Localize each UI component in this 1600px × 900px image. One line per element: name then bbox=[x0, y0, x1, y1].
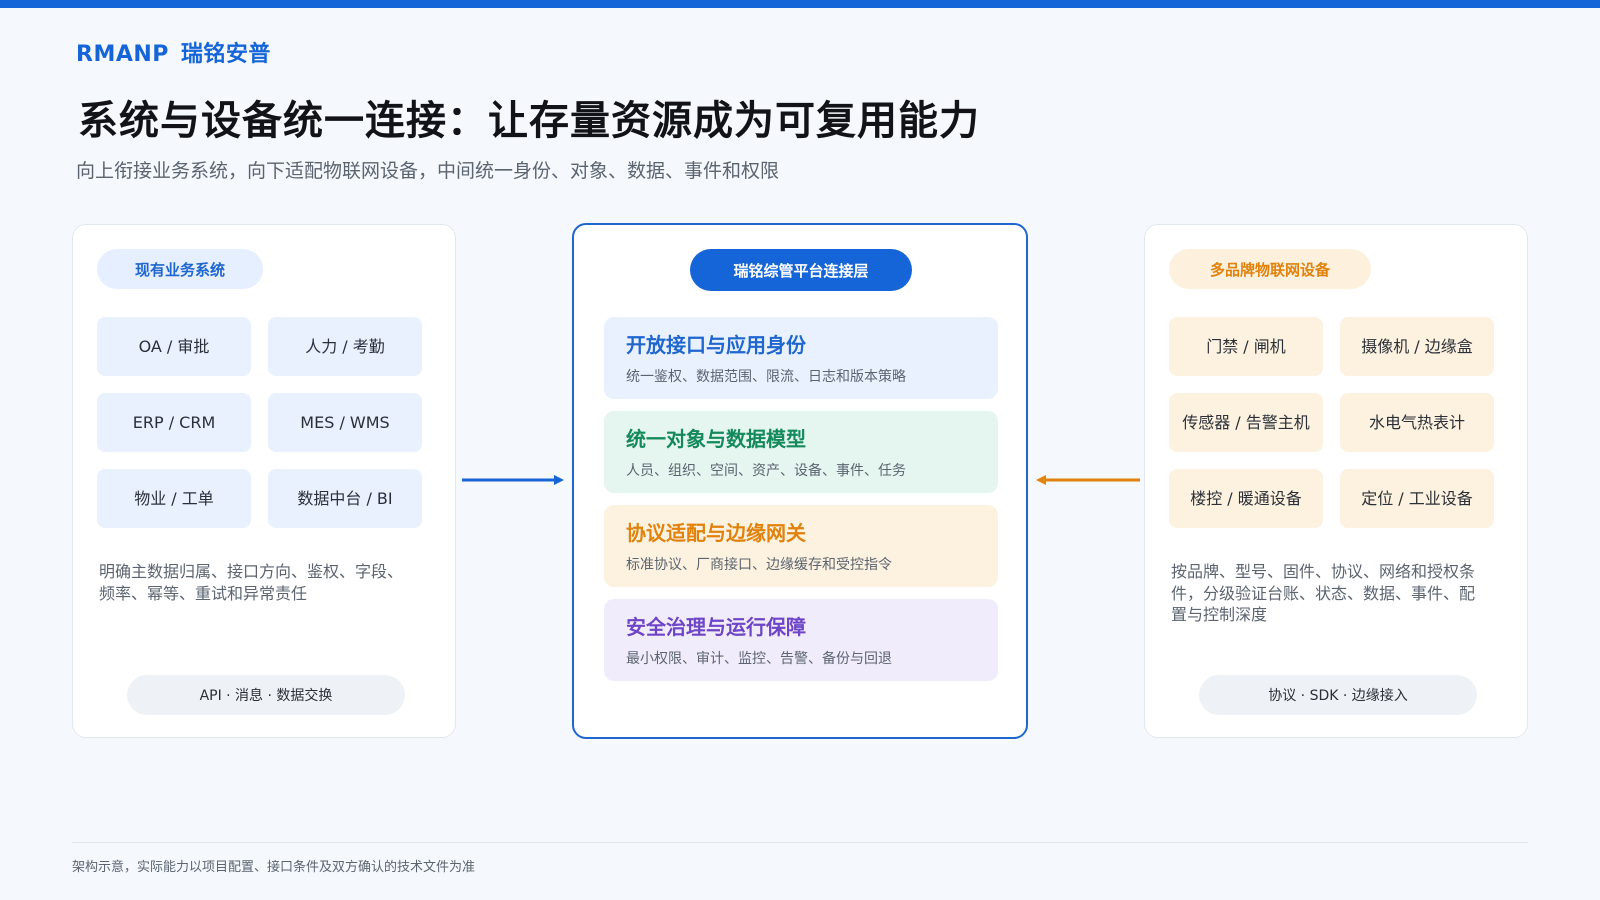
brand-name-en: RMANP bbox=[76, 42, 169, 67]
footer-divider bbox=[72, 842, 1528, 843]
layer-description: 标准协议、厂商接口、边缘缓存和受控指令 bbox=[626, 557, 892, 573]
layer-title: 安全治理与运行保障 bbox=[626, 615, 806, 639]
system-tile: ERP / CRM bbox=[97, 393, 251, 452]
system-tile: 人力 / 考勤 bbox=[268, 317, 422, 376]
device-tile: 定位 / 工业设备 bbox=[1340, 469, 1494, 528]
business-systems-panel: 现有业务系统 OA / 审批 人力 / 考勤 ERP / CRM MES / W… bbox=[72, 224, 456, 738]
iot-devices-description: 按品牌、型号、固件、协议、网络和授权条件，分级验证台账、状态、数据、事件、配置与… bbox=[1171, 562, 1476, 625]
system-tile: 物业 / 工单 bbox=[97, 469, 251, 528]
iot-devices-grid: 门禁 / 闸机 摄像机 / 边缘盒 传感器 / 告警主机 水电气热表计 楼控 /… bbox=[1169, 317, 1494, 528]
brand-logo: RMANP 瑞铭安普 bbox=[76, 36, 271, 68]
device-tile: 摄像机 / 边缘盒 bbox=[1340, 317, 1494, 376]
iot-devices-footer: 协议 · SDK · 边缘接入 bbox=[1199, 675, 1477, 715]
system-tile: MES / WMS bbox=[268, 393, 422, 452]
business-systems-footer: API · 消息 · 数据交换 bbox=[127, 675, 405, 715]
business-systems-description: 明确主数据归属、接口方向、鉴权、字段、频率、幂等、重试和异常责任 bbox=[99, 562, 404, 603]
layer-title: 协议适配与边缘网关 bbox=[626, 521, 806, 545]
arrow-left-icon bbox=[1036, 475, 1140, 485]
platform-layer-header: 瑞铭综管平台连接层 bbox=[690, 249, 912, 291]
iot-devices-header: 多品牌物联网设备 bbox=[1169, 249, 1371, 289]
footnote: 架构示意，实际能力以项目配置、接口条件及双方确认的技术文件为准 bbox=[72, 860, 476, 875]
device-tile: 楼控 / 暖通设备 bbox=[1169, 469, 1323, 528]
system-tile: OA / 审批 bbox=[97, 317, 251, 376]
device-tile: 传感器 / 告警主机 bbox=[1169, 393, 1323, 452]
layer-description: 统一鉴权、数据范围、限流、日志和版本策略 bbox=[626, 369, 906, 385]
arrow-right-icon bbox=[462, 475, 564, 485]
business-systems-header: 现有业务系统 bbox=[97, 249, 263, 289]
system-tile: 数据中台 / BI bbox=[268, 469, 422, 528]
page-subtitle: 向上衔接业务系统，向下适配物联网设备，中间统一身份、对象、数据、事件和权限 bbox=[76, 160, 780, 182]
iot-devices-panel: 多品牌物联网设备 门禁 / 闸机 摄像机 / 边缘盒 传感器 / 告警主机 水电… bbox=[1144, 224, 1528, 738]
platform-connection-layer-panel: 瑞铭综管平台连接层 开放接口与应用身份 统一鉴权、数据范围、限流、日志和版本策略… bbox=[572, 223, 1028, 739]
device-tile: 水电气热表计 bbox=[1340, 393, 1494, 452]
brand-name-cn: 瑞铭安普 bbox=[180, 42, 271, 67]
layer-security: 安全治理与运行保障 最小权限、审计、监控、告警、备份与回退 bbox=[604, 599, 998, 681]
layer-data-model: 统一对象与数据模型 人员、组织、空间、资产、设备、事件、任务 bbox=[604, 411, 998, 493]
business-systems-grid: OA / 审批 人力 / 考勤 ERP / CRM MES / WMS 物业 /… bbox=[97, 317, 422, 528]
device-tile: 门禁 / 闸机 bbox=[1169, 317, 1323, 376]
layer-title: 开放接口与应用身份 bbox=[626, 333, 806, 357]
layer-open-api: 开放接口与应用身份 统一鉴权、数据范围、限流、日志和版本策略 bbox=[604, 317, 998, 399]
page-title: 系统与设备统一连接：让存量资源成为可复用能力 bbox=[78, 98, 980, 144]
layer-title: 统一对象与数据模型 bbox=[626, 427, 806, 451]
layer-protocol-gateway: 协议适配与边缘网关 标准协议、厂商接口、边缘缓存和受控指令 bbox=[604, 505, 998, 587]
layer-description: 最小权限、审计、监控、告警、备份与回退 bbox=[626, 651, 892, 667]
top-accent-bar bbox=[0, 0, 1600, 8]
layer-description: 人员、组织、空间、资产、设备、事件、任务 bbox=[626, 463, 906, 479]
